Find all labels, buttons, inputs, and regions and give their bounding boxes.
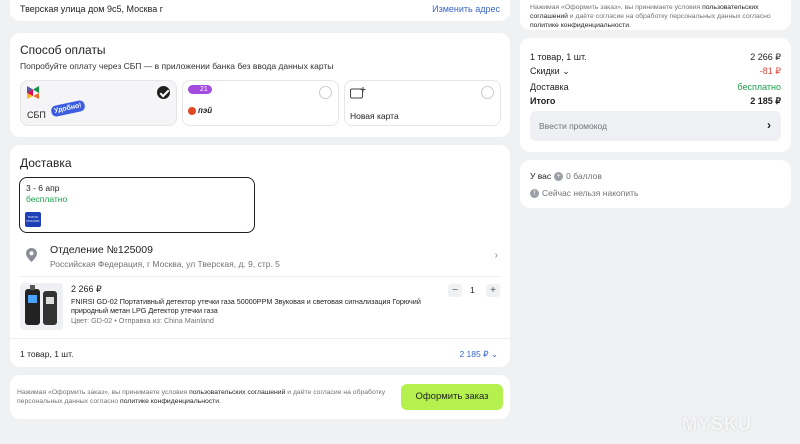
pickup-name: Отделение №125009 [50,244,153,256]
info-icon: ! [530,188,539,198]
quantity-plus-button[interactable]: + [486,284,500,297]
points-prefix: У вас [530,171,552,181]
payment-subtitle: Попробуйте оплату через СБП — в приложен… [20,61,334,71]
terms-link[interactable]: пользовательских соглашений [189,389,285,396]
checkout-legal: Нажимая «Оформить заказ», вы принимаете … [17,388,392,406]
gas-detector-icon [25,285,57,325]
place-order-button[interactable]: Оформить заказ [401,384,503,410]
new-card-label: Новая карта [350,111,399,121]
discount-toggle[interactable]: Скидки ⌄ [530,66,570,77]
summary-delivery-value: бесплатно [737,82,781,92]
points-note: ! Сейчас нельзя накопить [530,188,638,198]
delivery-title: Доставка [20,156,72,170]
delivery-address: Тверская улица дом 9с5, Москва г [20,4,164,14]
sbp-label: СБП [27,110,46,120]
summary-total-row: Итого 2 185 ₽ [530,96,781,107]
legal-text: . [219,398,221,405]
pickup-address: Российская Федерация, г Москва, ул Тверс… [50,259,280,269]
payment-method-new-card[interactable]: Новая карта [344,80,501,126]
order-summary-card: 1 товар, 1 шт. 2 266 ₽ Скидки ⌄ -81 ₽ До… [520,38,791,152]
chevron-down-icon: ⌄ [490,349,498,359]
delivery-dates: 3 - 6 апр [26,183,60,193]
payment-title: Способ оплаты [20,43,106,57]
points-card: У вас + 0 баллов ! Сейчас нельзя накопит… [520,160,791,208]
watermark-logo: MYSKU [682,414,753,434]
divider [10,338,510,339]
summary-discount-row[interactable]: Скидки ⌄ -81 ₽ [530,66,781,77]
points-note-text: Сейчас нельзя накопить [542,188,639,198]
product-title-2[interactable]: природный метан LPG Детектор утечки газа [71,306,218,315]
legal-text: . [629,22,631,29]
payment-method-sbp[interactable]: СБП Удобно! [20,80,177,126]
pay-badge: 21 [188,85,212,94]
product-meta: Цвет: GD-02 • Отправка из: China Mainlan… [71,316,214,325]
discount-label: Скидки [530,66,560,76]
delivery-price: бесплатно [26,194,68,204]
payment-method-pay[interactable]: 21 пэй [182,80,339,126]
legal-text: Нажимая «Оформить заказ», вы принимаете … [530,4,703,11]
legal-text: Нажимая «Оформить заказ», вы принимаете … [17,389,190,396]
points-value: 0 баллов [566,171,602,181]
pay-label: пэй [198,106,213,115]
quantity-value[interactable]: 1 [470,285,475,295]
summary-total-label: Итого [530,96,556,106]
summary-items-value: 2 266 ₽ [750,52,781,62]
discount-value: -81 ₽ [759,66,781,76]
location-pin-icon [26,248,37,267]
pay-radio[interactable] [319,86,332,99]
sbp-radio[interactable] [157,86,170,99]
new-card-radio[interactable] [481,86,494,99]
legal-text: и даёте согласие на обработку персональн… [567,13,771,20]
address-card: Тверская улица дом 9с5, Москва г Изменит… [10,0,510,21]
promo-code-input[interactable]: Ввести промокод › [530,111,781,141]
privacy-link[interactable]: политике конфиденциальности [120,398,219,405]
points-balance: У вас + 0 баллов [530,171,602,181]
checkout-card: Нажимая «Оформить заказ», вы принимаете … [10,375,510,419]
product-price: 2 266 ₽ [71,284,102,294]
sbp-badge: Удобно! [50,99,86,118]
delivery-option[interactable]: 3 - 6 апр бесплатно ПОЧТА РОССИИ [19,177,255,233]
promo-placeholder: Ввести промокод [539,121,608,131]
delivery-total[interactable]: 2 185 ₽ ⌄ [459,349,498,360]
delivery-count: 1 товар, 1 шт. [20,349,74,359]
summary-delivery-label: Доставка [530,82,569,92]
pickup-point[interactable]: Отделение №125009 Российская Федерация, … [10,240,510,274]
chevron-down-icon: ⌄ [562,66,570,76]
summary-items-label: 1 товар, 1 шт. [530,52,587,62]
chevron-right-icon: › [494,250,498,261]
privacy-link[interactable]: политике конфиденциальности [530,22,629,29]
product-image[interactable] [20,283,63,330]
points-coin-icon: + [554,171,564,181]
product-row: 2 266 ₽ FNIRSI GD-02 Портативный детекто… [10,281,510,333]
sbp-logo-icon [27,86,39,104]
summary-legal-card: Нажимая «Оформить заказ», вы принимаете … [520,0,791,30]
summary-items-row: 1 товар, 1 шт. 2 266 ₽ [530,52,781,63]
chevron-right-icon[interactable]: › [767,118,771,132]
carrier-logo: ПОЧТА РОССИИ [25,212,41,227]
product-title-1[interactable]: FNIRSI GD-02 Портативный детектор утечки… [71,297,421,306]
summary-total-value: 2 185 ₽ [750,96,781,106]
delivery-card: Доставка 3 - 6 апр бесплатно ПОЧТА РОССИ… [10,145,510,367]
delivery-total-value: 2 185 ₽ [459,349,489,359]
summary-legal: Нажимая «Оформить заказ», вы принимаете … [530,3,785,30]
quantity-minus-button[interactable]: − [448,284,462,297]
pay-logo-icon [188,107,196,115]
summary-delivery-row: Доставка бесплатно [530,82,781,92]
add-card-icon [350,86,366,104]
divider [20,276,500,277]
change-address-link[interactable]: Изменить адрес [432,4,500,14]
